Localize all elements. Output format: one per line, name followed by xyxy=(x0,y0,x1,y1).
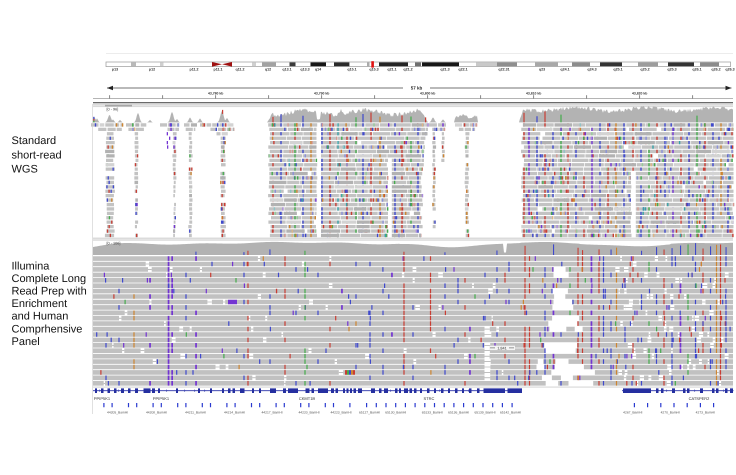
svg-text:65127_BamHI: 65127_BamHI xyxy=(359,410,380,414)
svg-text:Enrichment: Enrichment xyxy=(12,298,68,310)
svg-text:q14: q14 xyxy=(315,68,321,72)
svg-text:44220_BamHI: 44220_BamHI xyxy=(298,410,319,414)
svg-text:q21.2: q21.2 xyxy=(403,68,412,72)
svg-text:q24.1: q24.1 xyxy=(560,68,569,72)
svg-text:PPIP5K1: PPIP5K1 xyxy=(94,396,111,401)
svg-text:44205_BamHI: 44205_BamHI xyxy=(107,410,128,414)
svg-text:CATSPER2: CATSPER2 xyxy=(689,396,711,401)
svg-text:65136_BamHI: 65136_BamHI xyxy=(448,410,469,414)
svg-text:65130_BamHI: 65130_BamHI xyxy=(385,410,406,414)
svg-text:Complete Long: Complete Long xyxy=(12,273,87,285)
svg-text:p11.1: p11.1 xyxy=(214,68,223,72)
svg-text:q25.3: q25.3 xyxy=(667,68,676,72)
svg-text:short-read: short-read xyxy=(12,149,62,161)
svg-text:[0 - 96]: [0 - 96] xyxy=(107,108,119,112)
svg-text:q13.1: q13.1 xyxy=(282,68,291,72)
svg-text:Comprhensive: Comprhensive xyxy=(12,323,83,335)
svg-text:43,780 kb: 43,780 kb xyxy=(208,91,223,95)
svg-text:1,841: 1,841 xyxy=(497,346,507,350)
svg-text:q23: q23 xyxy=(539,68,545,72)
svg-text:65133_BamHI: 65133_BamHI xyxy=(422,410,443,414)
svg-text:STRC: STRC xyxy=(424,396,435,401)
svg-text:4270_BamHI: 4270_BamHI xyxy=(661,410,680,414)
svg-text:44211_BamHI: 44211_BamHI xyxy=(185,410,206,414)
svg-text:q15.3: q15.3 xyxy=(369,68,378,72)
svg-text:CKMT1B: CKMT1B xyxy=(299,396,316,401)
svg-text:q26.2: q26.2 xyxy=(711,68,720,72)
svg-text:43,810 kb: 43,810 kb xyxy=(526,91,541,95)
svg-text:43,820 kb: 43,820 kb xyxy=(632,91,647,95)
svg-text:q26.1: q26.1 xyxy=(692,68,701,72)
svg-text:WGS: WGS xyxy=(12,164,38,176)
svg-text:44223_BamHI: 44223_BamHI xyxy=(330,410,351,414)
svg-text:q11.2: q11.2 xyxy=(236,68,245,72)
svg-text:q22.31: q22.31 xyxy=(498,68,509,72)
svg-text:q22.1: q22.1 xyxy=(458,68,467,72)
svg-text:PPIP5K1: PPIP5K1 xyxy=(153,396,170,401)
svg-text:q12: q12 xyxy=(265,68,271,72)
svg-text:4267_BamHI: 4267_BamHI xyxy=(623,410,642,414)
svg-text:[0 - 106]: [0 - 106] xyxy=(107,241,121,245)
svg-text:65142_BamHI: 65142_BamHI xyxy=(500,410,521,414)
svg-text:q21.3: q21.3 xyxy=(440,68,449,72)
svg-text:57 kb: 57 kb xyxy=(411,86,423,91)
svg-text:q25.2: q25.2 xyxy=(640,68,649,72)
svg-text:44214_BamHI: 44214_BamHI xyxy=(224,410,245,414)
svg-text:44208_BamHI: 44208_BamHI xyxy=(146,410,167,414)
svg-text:44217_BamHI: 44217_BamHI xyxy=(261,410,282,414)
svg-text:43,790 kb: 43,790 kb xyxy=(314,91,329,95)
svg-text:Panel: Panel xyxy=(12,336,40,348)
svg-text:q15.1: q15.1 xyxy=(347,68,356,72)
svg-text:Standard: Standard xyxy=(12,135,57,147)
svg-text:Illumina: Illumina xyxy=(12,260,51,272)
svg-text:Read Prep with: Read Prep with xyxy=(12,286,87,298)
svg-text:q21.1: q21.1 xyxy=(387,68,396,72)
svg-text:43,800 kb: 43,800 kb xyxy=(420,91,435,95)
svg-text:p12: p12 xyxy=(149,68,155,72)
svg-text:q13.3: q13.3 xyxy=(300,68,309,72)
svg-text:q26.3: q26.3 xyxy=(725,68,734,72)
svg-text:p11.2: p11.2 xyxy=(190,68,199,72)
svg-text:and Human: and Human xyxy=(12,311,69,323)
svg-text:65139_BamHI: 65139_BamHI xyxy=(474,410,495,414)
svg-text:p13: p13 xyxy=(112,68,118,72)
svg-text:4273_BamHI: 4273_BamHI xyxy=(696,410,715,414)
svg-text:q25.1: q25.1 xyxy=(613,68,622,72)
svg-text:q24.3: q24.3 xyxy=(587,68,596,72)
